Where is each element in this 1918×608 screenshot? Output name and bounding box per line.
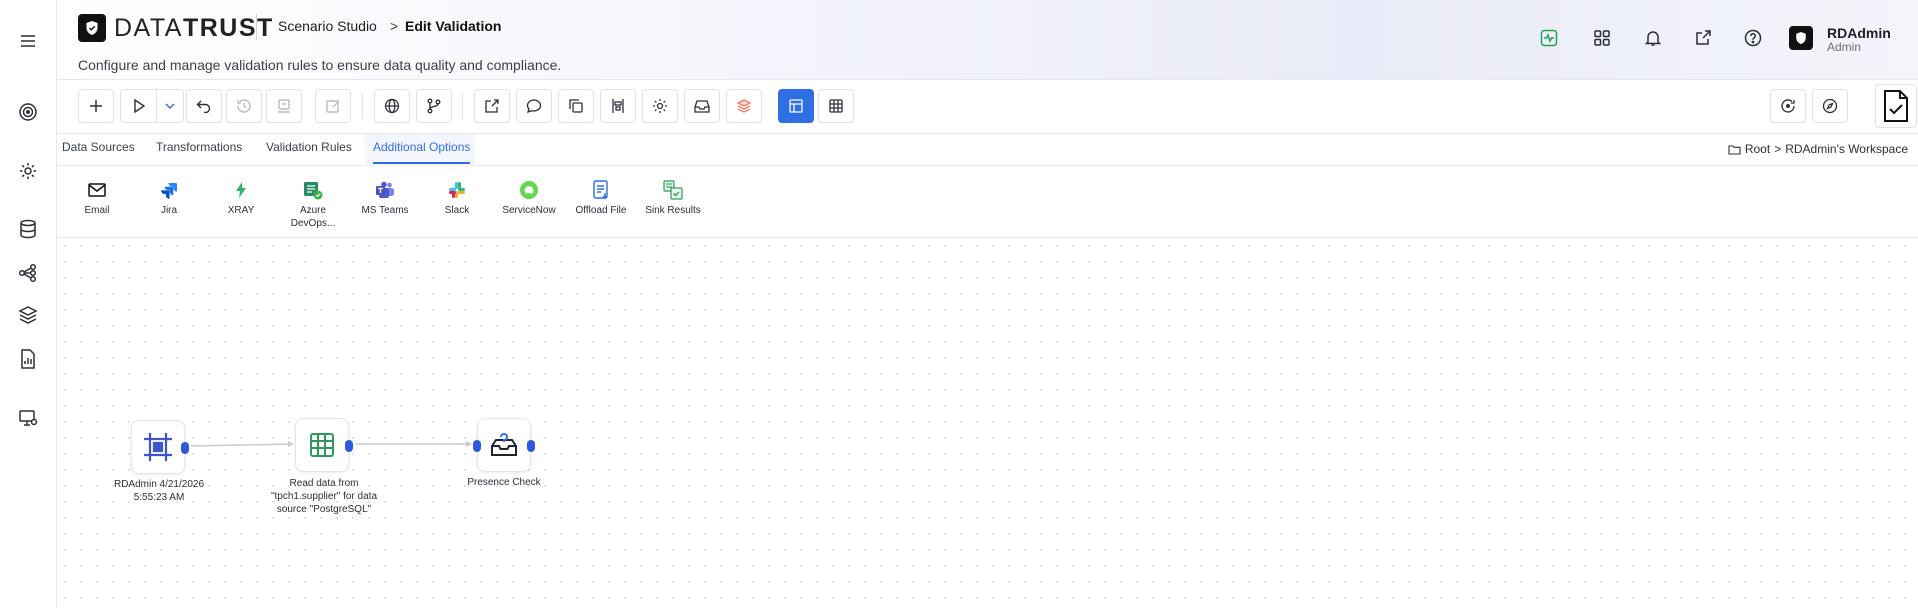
page-subtitle: Configure and manage validation rules to… [78, 57, 562, 73]
workspace-separator: > [1774, 142, 1782, 156]
option-jira[interactable]: Jira [139, 180, 199, 217]
breadcrumb-scenario-studio[interactable]: Scenario Studio [278, 18, 377, 34]
inbox-button[interactable] [684, 89, 720, 123]
database-icon[interactable] [16, 217, 40, 241]
toolbar-divider [362, 94, 363, 118]
sink-results-icon [663, 180, 683, 200]
run-dropdown-button[interactable] [157, 90, 183, 122]
restore-button[interactable] [1770, 89, 1806, 123]
xray-icon [231, 180, 251, 200]
copy-button[interactable] [558, 89, 594, 123]
target-icon[interactable] [16, 100, 40, 124]
frame-icon [141, 430, 175, 464]
add-button[interactable] [78, 89, 114, 123]
comment-button[interactable] [516, 89, 552, 123]
layers-stack-button[interactable] [726, 89, 762, 123]
run-split-button [120, 89, 184, 123]
apps-grid-icon[interactable] [1591, 27, 1613, 49]
output-port[interactable] [181, 442, 189, 454]
left-rail [0, 0, 57, 608]
globe-button[interactable] [374, 89, 410, 123]
table-view-button[interactable] [818, 89, 854, 123]
edit-button[interactable] [315, 89, 351, 123]
output-port[interactable] [527, 440, 535, 452]
compass-button[interactable] [1812, 89, 1848, 123]
input-port[interactable] [473, 440, 481, 452]
monitor-settings-icon[interactable] [16, 406, 40, 430]
flow-edge [190, 443, 293, 447]
ms-teams-icon [375, 180, 395, 200]
node-label: Presence Check [467, 477, 541, 488]
node-scenario-start[interactable] [131, 420, 189, 474]
edge-arrow-icon [466, 441, 472, 447]
node-label: RDAdmin 4/21/2026 5:55:23 AM [113, 479, 205, 503]
menu-icon[interactable] [16, 29, 40, 53]
option-xray[interactable]: XRAY [211, 180, 271, 217]
validate-document-button[interactable] [1875, 84, 1917, 128]
offload-file-icon [591, 180, 611, 200]
presence-check-icon [489, 430, 519, 460]
option-ms-teams[interactable]: MS Teams [355, 180, 415, 217]
tabs-row: Data Sources Transformations Validation … [57, 134, 1918, 166]
layers-icon[interactable] [16, 303, 40, 327]
toolbar-divider [462, 94, 463, 118]
servicenow-icon [519, 180, 539, 200]
workspace-name[interactable]: RDAdmin's Workspace [1785, 142, 1908, 156]
undo-button[interactable] [186, 89, 222, 123]
run-button[interactable] [121, 90, 157, 122]
layout-view-button[interactable] [778, 89, 814, 123]
align-button[interactable] [600, 89, 636, 123]
report-icon[interactable] [16, 347, 40, 371]
output-port[interactable] [345, 440, 353, 452]
workspace-breadcrumb[interactable]: Root > RDAdmin's Workspace [1728, 142, 1908, 156]
logo-shield-icon [78, 14, 106, 42]
user-avatar[interactable] [1789, 26, 1813, 50]
jira-icon [159, 180, 179, 200]
node-read-data[interactable] [295, 418, 353, 472]
activity-icon[interactable] [1538, 27, 1560, 49]
flow-canvas[interactable]: RDAdmin 4/21/2026 5:55:23 AM Read data f… [57, 238, 1918, 608]
edge-arrow-icon [288, 441, 294, 447]
workspace-root[interactable]: Root [1745, 142, 1770, 156]
option-slack[interactable]: Slack [427, 180, 487, 217]
option-azure-devops[interactable]: Azure DevOps... [283, 180, 343, 230]
brand-divider [256, 14, 257, 40]
user-name[interactable]: RDAdmin [1827, 25, 1891, 41]
option-email[interactable]: Email [67, 180, 127, 217]
mail-icon [87, 180, 107, 200]
external-link-icon[interactable] [1692, 27, 1714, 49]
table-icon [309, 432, 335, 458]
slack-icon [447, 180, 467, 200]
help-icon[interactable] [1742, 27, 1764, 49]
brand-name: DATATRUST [114, 14, 274, 42]
azure-devops-icon [303, 180, 323, 200]
option-offload-file[interactable]: Offload File [571, 180, 631, 217]
additional-options-row: Email Jira XRAY Azure DevOps... MS Teams… [57, 166, 1918, 238]
branch-button[interactable] [416, 89, 452, 123]
stamp-button[interactable] [266, 89, 302, 123]
flow-icon[interactable] [16, 261, 40, 285]
cog-button[interactable] [642, 89, 678, 123]
node-presence-check[interactable] [473, 418, 535, 472]
tab-additional-options[interactable]: Additional Options [373, 140, 471, 164]
tab-validation-rules[interactable]: Validation Rules [266, 140, 352, 162]
user-role: Admin [1827, 40, 1862, 54]
history-button[interactable] [226, 89, 262, 123]
folder-icon [1728, 144, 1741, 155]
settings-icon[interactable] [16, 159, 40, 183]
app-header: DATATRUST Scenario Studio > Edit Validat… [57, 0, 1918, 80]
toolbar [57, 80, 1918, 134]
tab-transformations[interactable]: Transformations [156, 140, 242, 162]
option-servicenow[interactable]: ServiceNow [499, 180, 559, 217]
node-label: Read data from "tpch1.supplier" for data… [270, 478, 378, 515]
bell-icon[interactable] [1642, 27, 1664, 49]
option-sink-results[interactable]: Sink Results [643, 180, 703, 217]
page-title: Edit Validation [405, 18, 502, 34]
breadcrumb-separator: > [390, 18, 399, 34]
tab-data-sources[interactable]: Data Sources [62, 140, 135, 162]
export-button[interactable] [474, 89, 510, 123]
